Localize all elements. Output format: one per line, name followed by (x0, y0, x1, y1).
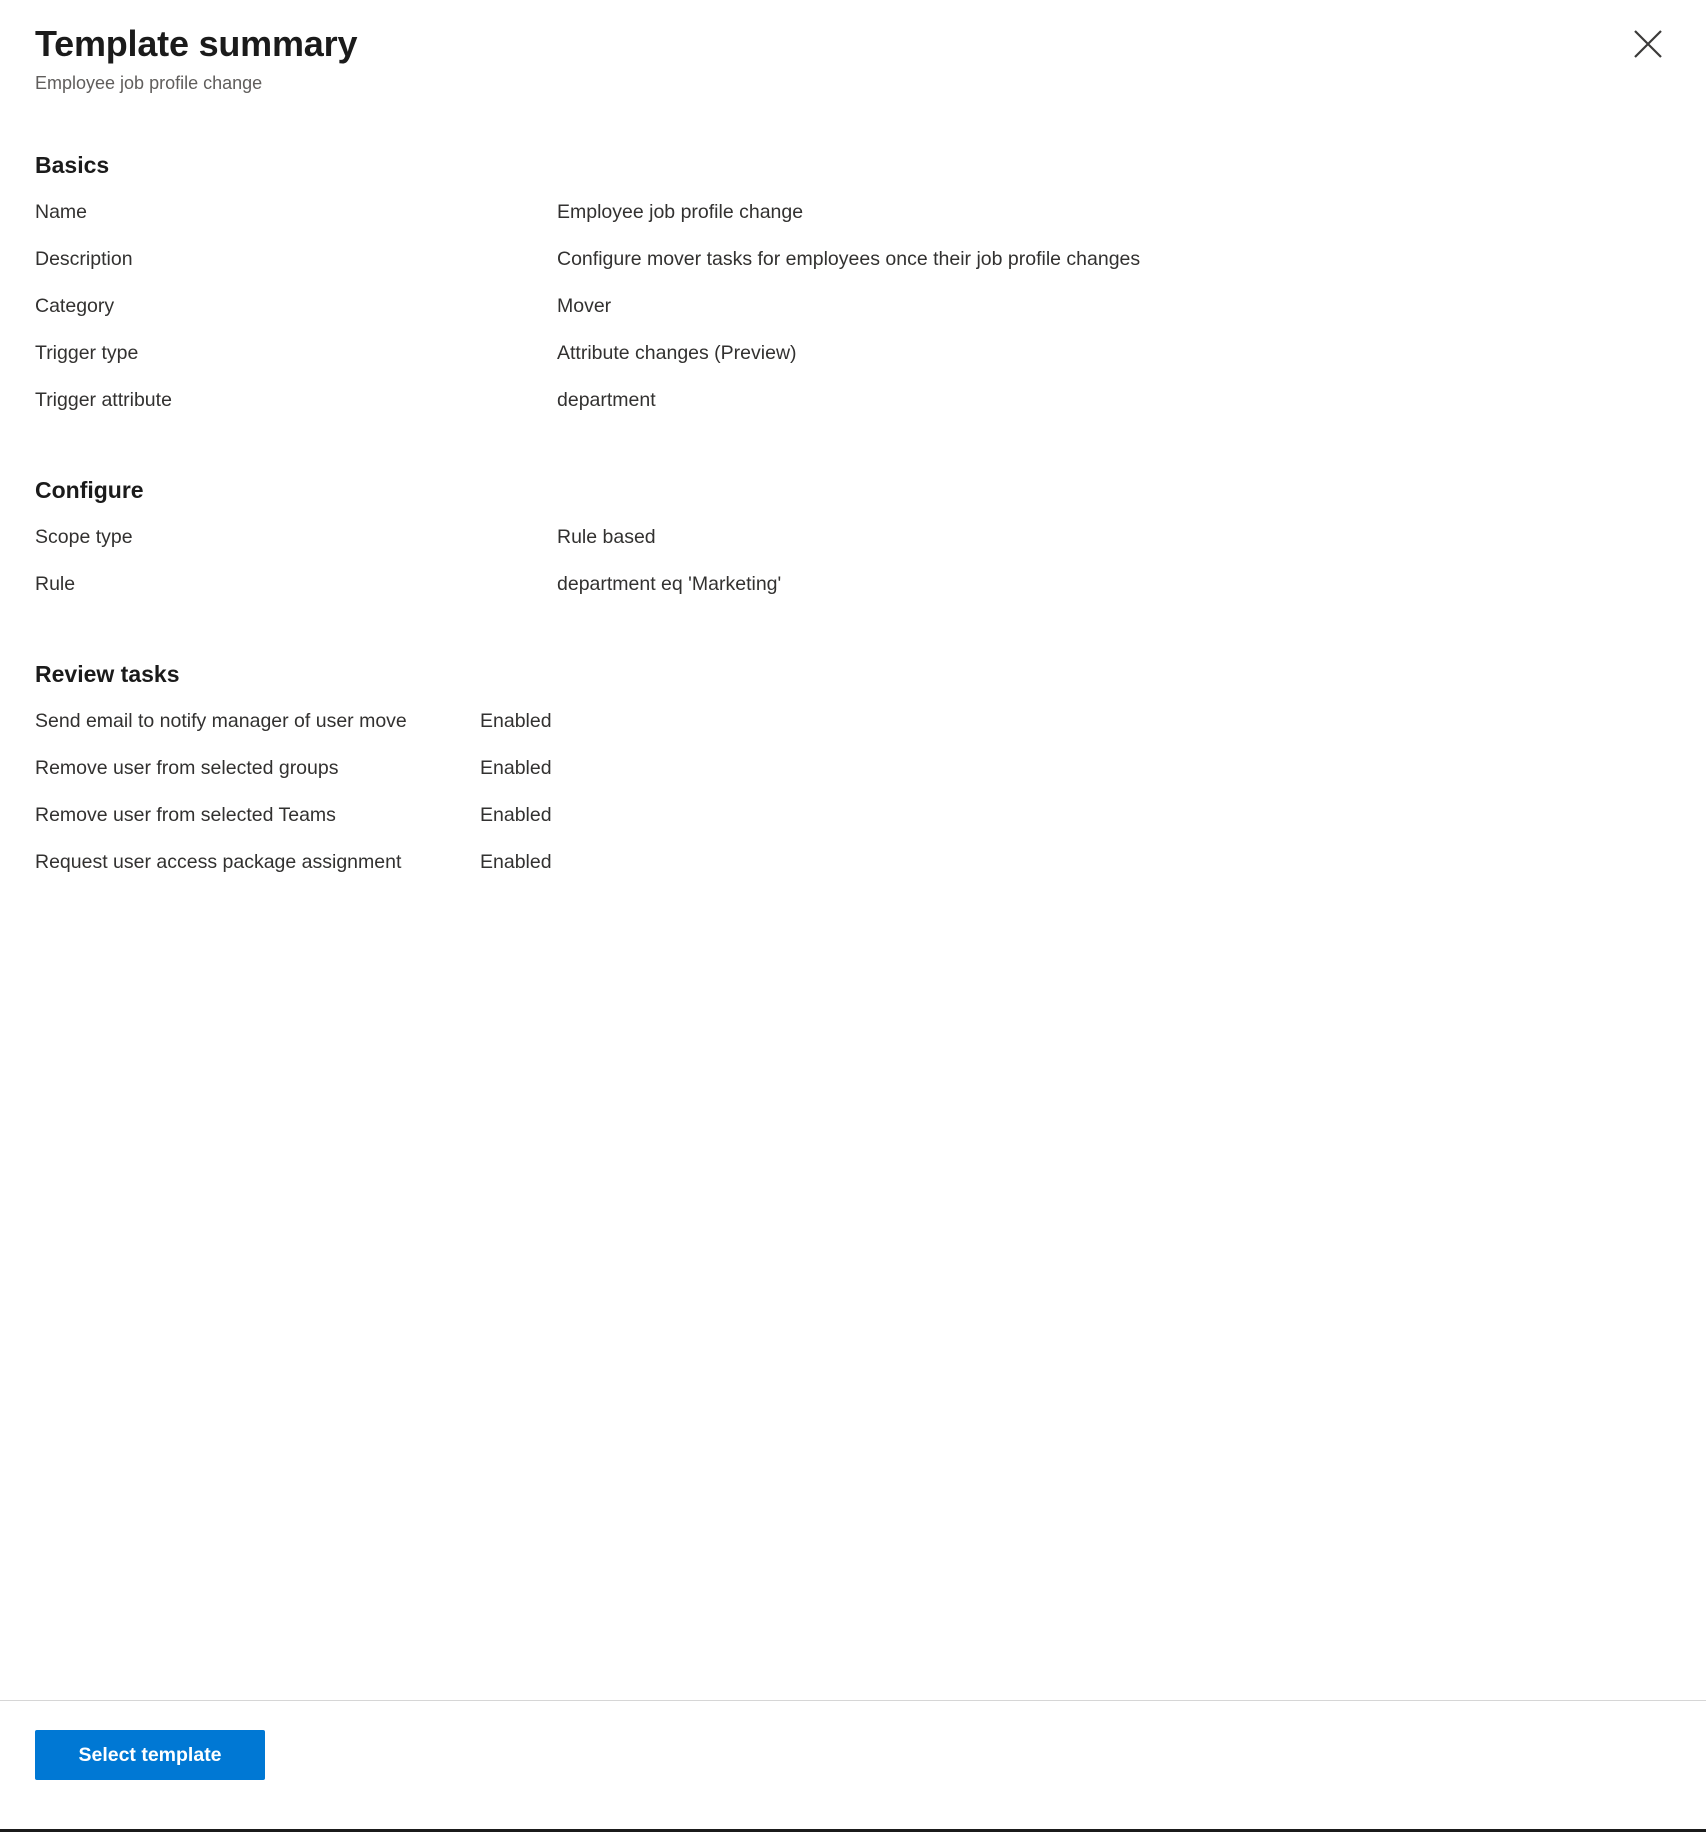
row-label-category: Category (35, 295, 115, 317)
section-configure: Configure Scope type Rule based Rule dep… (35, 475, 1671, 617)
summary-row: Request user access package assignment E… (35, 848, 1671, 895)
section-review-tasks: Review tasks Send email to notify manage… (35, 659, 1671, 895)
summary-row: Category Mover (35, 292, 1671, 339)
summary-row: Trigger type Attribute changes (Preview) (35, 339, 1671, 386)
row-label-description: Description (35, 248, 133, 270)
row-label-scope-type: Scope type (35, 526, 133, 548)
panel-footer: Select template (0, 1700, 1706, 1829)
page-subtitle: Employee job profile change (35, 73, 263, 93)
summary-row: Description Configure mover tasks for em… (35, 245, 1671, 292)
template-summary-panel: Template summary Employee job profile ch… (0, 0, 1706, 1832)
section-heading-basics: Basics (35, 152, 110, 178)
close-icon (1633, 29, 1663, 59)
row-label-request-access-package: Request user access package assignment (35, 851, 402, 873)
row-value-description: Configure mover tasks for employees once… (557, 248, 1141, 270)
select-template-button[interactable]: Select template (35, 1730, 265, 1780)
row-value-send-email-notify-manager: Enabled (480, 710, 552, 732)
summary-row: Remove user from selected Teams Enabled (35, 801, 1671, 848)
row-label-remove-user-teams: Remove user from selected Teams (35, 804, 336, 826)
row-value-rule: department eq 'Marketing' (557, 573, 782, 595)
row-value-remove-user-teams: Enabled (480, 804, 552, 826)
row-value-trigger-attribute: department (557, 389, 656, 411)
basics-rows: Name Employee job profile change Descrip… (35, 198, 1671, 433)
row-label-trigger-attribute: Trigger attribute (35, 389, 172, 411)
section-heading-review-tasks: Review tasks (35, 661, 180, 687)
row-label-name: Name (35, 201, 88, 223)
row-label-remove-user-groups: Remove user from selected groups (35, 757, 339, 779)
summary-row: Send email to notify manager of user mov… (35, 707, 1671, 754)
section-basics: Basics Name Employee job profile change … (35, 150, 1671, 433)
row-value-trigger-type: Attribute changes (Preview) (557, 342, 797, 364)
row-value-name: Employee job profile change (557, 201, 804, 223)
page-title: Template summary (35, 23, 358, 64)
summary-row: Trigger attribute department (35, 386, 1671, 433)
row-label-send-email-notify-manager: Send email to notify manager of user mov… (35, 710, 407, 732)
review-tasks-rows: Send email to notify manager of user mov… (35, 707, 1671, 895)
row-value-remove-user-groups: Enabled (480, 757, 552, 779)
panel-content: Basics Name Employee job profile change … (0, 96, 1706, 1700)
row-label-trigger-type: Trigger type (35, 342, 139, 364)
panel-header: Template summary Employee job profile ch… (0, 0, 1706, 96)
section-heading-configure: Configure (35, 477, 144, 503)
row-label-rule: Rule (35, 573, 76, 595)
summary-row: Name Employee job profile change (35, 198, 1671, 245)
close-button[interactable] (1622, 18, 1674, 70)
row-value-category: Mover (557, 295, 612, 317)
configure-rows: Scope type Rule based Rule department eq… (35, 523, 1671, 617)
summary-row: Remove user from selected groups Enabled (35, 754, 1671, 801)
summary-row: Rule department eq 'Marketing' (35, 570, 1671, 617)
row-value-request-access-package: Enabled (480, 851, 552, 873)
row-value-scope-type: Rule based (557, 526, 656, 548)
summary-row: Scope type Rule based (35, 523, 1671, 570)
